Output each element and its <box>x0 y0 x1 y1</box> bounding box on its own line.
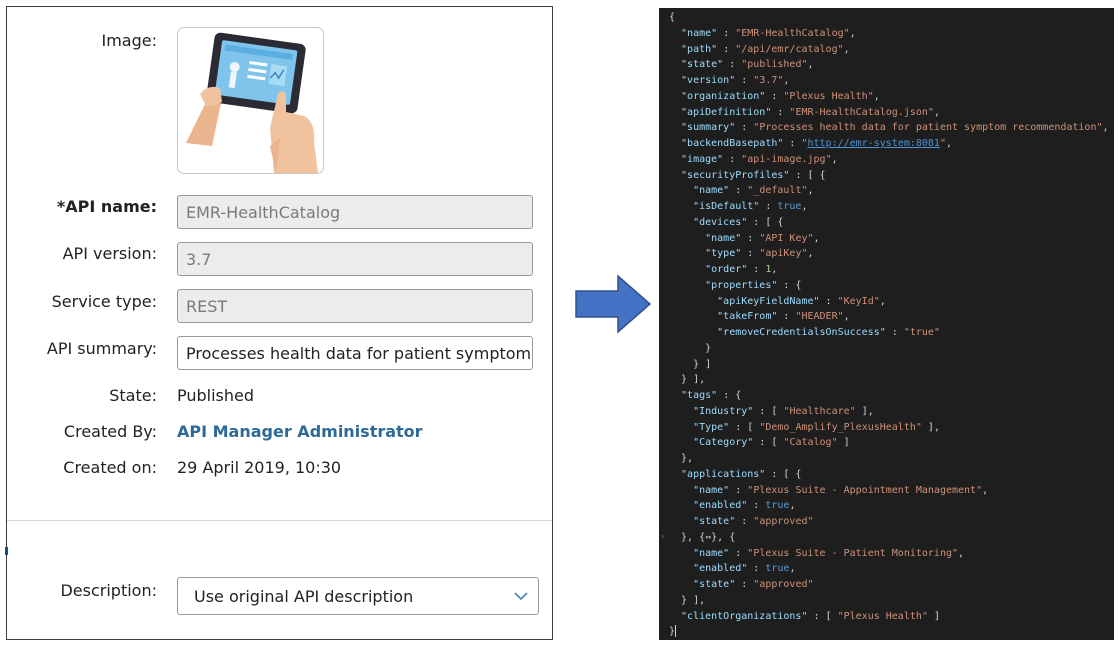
api-name-label: *API name: <box>56 197 157 216</box>
fold-toggle-icon[interactable]: › <box>660 530 668 546</box>
json-tag-category: Catalog <box>789 437 832 449</box>
service-type-field[interactable]: REST <box>177 289 533 323</box>
section-divider <box>7 520 552 521</box>
state-value: Published <box>177 386 255 405</box>
api-version-field[interactable]: 3.7 <box>177 242 533 276</box>
created-by-label: Created By: <box>63 422 157 441</box>
json-app2-state: approved <box>759 579 808 590</box>
json-image: api-image.jpg <box>747 153 826 165</box>
json-client-organizations: Plexus Health <box>843 610 922 622</box>
created-on-label: Created on: <box>63 458 157 477</box>
json-code-editor[interactable]: { "name" : "EMR-HealthCatalog", "path" :… <box>659 8 1114 640</box>
description-select[interactable]: Use original API description <box>177 577 539 615</box>
api-image-thumbnail[interactable] <box>177 27 324 174</box>
json-api-definition: EMR-HealthCatalog.json <box>795 106 928 118</box>
json-tag-industry: Healthcare <box>789 405 850 417</box>
json-app2-name: Plexus Suite - Patient Monitoring <box>753 547 952 559</box>
json-organization: Plexus Health <box>789 90 868 102</box>
description-label: Description: <box>60 581 157 600</box>
state-label: State: <box>109 386 157 405</box>
api-summary-field[interactable]: Processes health data for patient sympto… <box>177 336 533 370</box>
json-take-from: HEADER <box>801 311 838 323</box>
tablet-hands-illustration <box>186 32 318 173</box>
api-properties-panel: Image: *API name: EMR-HealthCatalog API … <box>5 6 553 640</box>
api-name-field[interactable]: EMR-HealthCatalog <box>177 195 533 229</box>
json-app1-name: Plexus Suite - Appointment Management <box>753 484 977 496</box>
description-select-value: Use original API description <box>194 586 414 606</box>
json-state: published <box>747 59 802 71</box>
json-summary: Processes health data for patient sympto… <box>759 122 1097 134</box>
text-cursor <box>675 625 677 638</box>
json-backend-basepath-link[interactable]: http://emr-system:8081 <box>807 138 939 149</box>
json-name: EMR-HealthCatalog <box>741 27 844 39</box>
json-tag-type: Demo_Amplify_PlexusHealth <box>765 421 916 433</box>
created-by-link[interactable]: API Manager Administrator <box>177 422 423 441</box>
json-apikey-field-name: KeyId <box>843 295 874 307</box>
json-version: 3.7 <box>759 75 778 86</box>
image-label: Image: <box>101 31 158 50</box>
json-dev-name: API Key <box>765 232 808 244</box>
json-app1-enabled: true <box>765 500 790 512</box>
json-dev-type: apiKey <box>765 248 802 260</box>
chevron-down-icon <box>514 591 528 600</box>
api-summary-label: API summary: <box>46 339 157 358</box>
json-app2-enabled: true <box>765 563 790 575</box>
json-path: /api/emr/catalog <box>741 43 838 55</box>
json-sp-isdefault: true <box>777 201 802 212</box>
json-remove-credentials: true <box>909 327 934 338</box>
service-type-label: Service type: <box>51 292 157 311</box>
json-sp-name: _default <box>753 185 802 197</box>
api-version-label: API version: <box>62 244 157 263</box>
json-app1-state: approved <box>759 516 808 527</box>
right-arrow-icon <box>575 274 652 334</box>
created-on-value: 29 April 2019, 10:30 <box>177 458 342 477</box>
edge-marker <box>5 547 8 555</box>
